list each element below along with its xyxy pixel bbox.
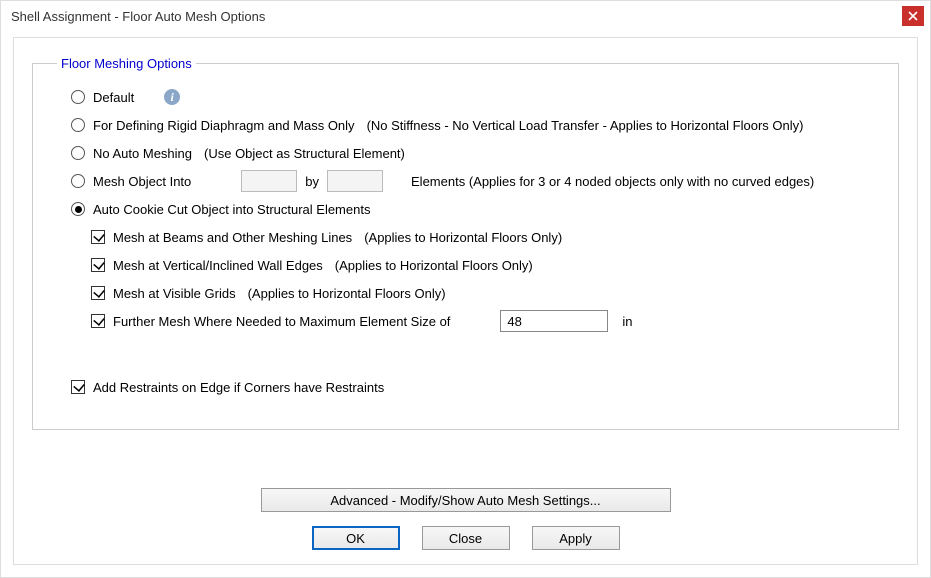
radio-meshinto-label: Mesh Object Into bbox=[93, 174, 191, 189]
info-icon[interactable]: i bbox=[164, 89, 180, 105]
row-beams: Mesh at Beams and Other Meshing Lines (A… bbox=[51, 223, 880, 251]
further-size-input[interactable] bbox=[500, 310, 608, 332]
radio-cookie[interactable] bbox=[71, 202, 85, 216]
client-area: Floor Meshing Options Default i For Defi… bbox=[13, 37, 918, 565]
check-walls-label: Mesh at Vertical/Inclined Wall Edges bbox=[113, 258, 323, 273]
radio-noauto-suffix: (Use Object as Structural Element) bbox=[204, 146, 405, 161]
ok-button[interactable]: OK bbox=[312, 526, 400, 550]
check-walls[interactable] bbox=[91, 258, 105, 272]
radio-default-label: Default bbox=[93, 90, 134, 105]
group-legend: Floor Meshing Options bbox=[57, 56, 196, 71]
row-cookie: Auto Cookie Cut Object into Structural E… bbox=[51, 195, 880, 223]
window-title: Shell Assignment - Floor Auto Mesh Optio… bbox=[11, 9, 265, 24]
row-default: Default i bbox=[51, 83, 880, 111]
row-noauto: No Auto Meshing (Use Object as Structura… bbox=[51, 139, 880, 167]
check-restraints[interactable] bbox=[71, 380, 85, 394]
row-restraints: Add Restraints on Edge if Corners have R… bbox=[51, 373, 880, 401]
check-further-label: Further Mesh Where Needed to Maximum Ele… bbox=[113, 314, 450, 329]
apply-button[interactable]: Apply bbox=[532, 526, 620, 550]
close-icon[interactable] bbox=[902, 6, 924, 26]
radio-noauto-label: No Auto Meshing bbox=[93, 146, 192, 161]
meshing-options-group: Floor Meshing Options Default i For Defi… bbox=[32, 56, 899, 430]
radio-meshinto[interactable] bbox=[71, 174, 85, 188]
row-rigid: For Defining Rigid Diaphragm and Mass On… bbox=[51, 111, 880, 139]
radio-noauto[interactable] bbox=[71, 146, 85, 160]
advanced-button[interactable]: Advanced - Modify/Show Auto Mesh Setting… bbox=[261, 488, 671, 512]
check-further[interactable] bbox=[91, 314, 105, 328]
check-beams-label: Mesh at Beams and Other Meshing Lines bbox=[113, 230, 352, 245]
button-row: OK Close Apply bbox=[312, 526, 620, 550]
radio-rigid[interactable] bbox=[71, 118, 85, 132]
check-beams[interactable] bbox=[91, 230, 105, 244]
row-walls: Mesh at Vertical/Inclined Wall Edges (Ap… bbox=[51, 251, 880, 279]
check-beams-suffix: (Applies to Horizontal Floors Only) bbox=[364, 230, 562, 245]
radio-default[interactable] bbox=[71, 90, 85, 104]
radio-rigid-suffix: (No Stiffness - No Vertical Load Transfe… bbox=[367, 118, 804, 133]
bottom-buttons: Advanced - Modify/Show Auto Mesh Setting… bbox=[14, 488, 917, 550]
x-glyph bbox=[908, 11, 918, 21]
check-grids-label: Mesh at Visible Grids bbox=[113, 286, 236, 301]
check-restraints-label: Add Restraints on Edge if Corners have R… bbox=[93, 380, 384, 395]
dialog-window: Shell Assignment - Floor Auto Mesh Optio… bbox=[0, 0, 931, 578]
row-meshinto: Mesh Object Into by Elements (Applies fo… bbox=[51, 167, 880, 195]
radio-rigid-label: For Defining Rigid Diaphragm and Mass On… bbox=[93, 118, 355, 133]
check-grids[interactable] bbox=[91, 286, 105, 300]
close-button[interactable]: Close bbox=[422, 526, 510, 550]
radio-cookie-label: Auto Cookie Cut Object into Structural E… bbox=[93, 202, 370, 217]
meshinto-suffix: Elements (Applies for 3 or 4 noded objec… bbox=[411, 174, 814, 189]
titlebar: Shell Assignment - Floor Auto Mesh Optio… bbox=[1, 1, 930, 31]
check-grids-suffix: (Applies to Horizontal Floors Only) bbox=[248, 286, 446, 301]
row-further: Further Mesh Where Needed to Maximum Ele… bbox=[51, 307, 880, 335]
row-grids: Mesh at Visible Grids (Applies to Horizo… bbox=[51, 279, 880, 307]
further-unit: in bbox=[622, 314, 632, 329]
meshinto-cols-input[interactable] bbox=[327, 170, 383, 192]
check-walls-suffix: (Applies to Horizontal Floors Only) bbox=[335, 258, 533, 273]
meshinto-by: by bbox=[305, 174, 319, 189]
meshinto-rows-input[interactable] bbox=[241, 170, 297, 192]
